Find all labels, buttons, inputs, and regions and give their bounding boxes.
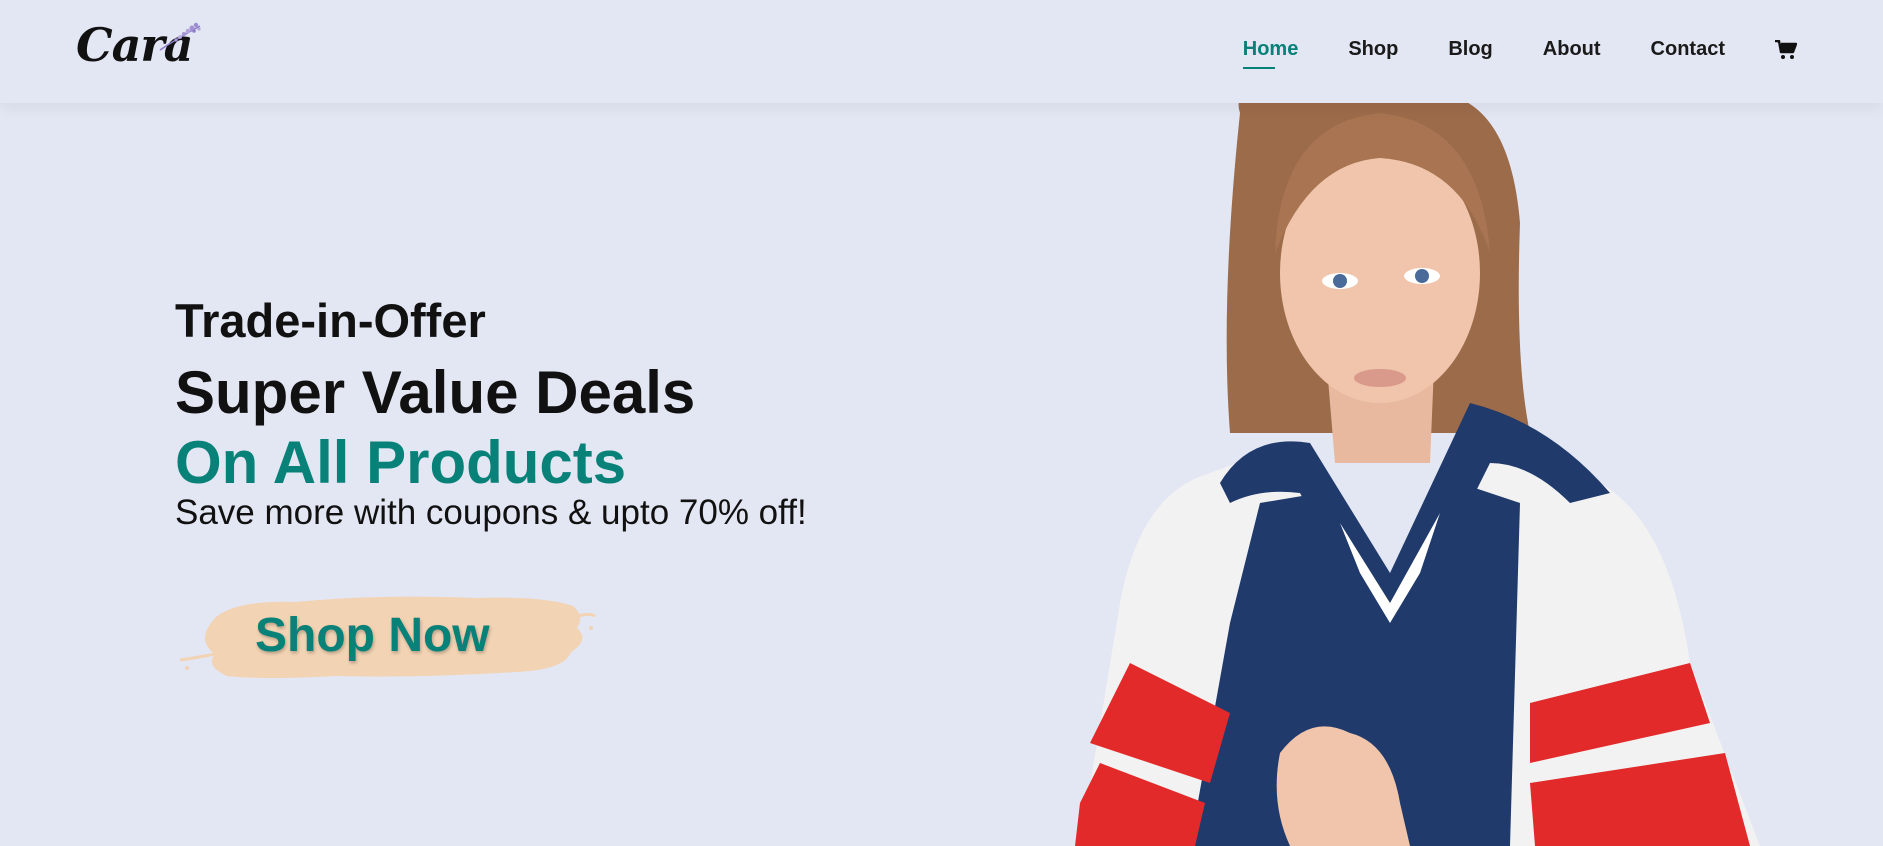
nav-item-about[interactable]: About bbox=[1543, 38, 1601, 61]
shopping-cart-icon[interactable] bbox=[1775, 39, 1797, 60]
hero-subtitle: Save more with coupons & upto 70% off! bbox=[175, 493, 807, 532]
hero-eyebrow: Trade-in-Offer bbox=[175, 294, 486, 347]
hero-headline: Super Value Deals bbox=[175, 359, 696, 426]
shop-now-button[interactable]: Shop Now bbox=[175, 588, 605, 688]
nav-item-contact[interactable]: Contact bbox=[1651, 38, 1725, 61]
shop-now-label: Shop Now bbox=[255, 609, 490, 662]
hero-headline-accent: On All Products bbox=[175, 429, 627, 496]
hero-section: Trade-in-Offer Super Value Deals On All … bbox=[0, 103, 1883, 846]
site-header: Cara Home Shop Blog About Contact bbox=[0, 0, 1883, 103]
nav-item-home[interactable]: Home bbox=[1242, 38, 1298, 69]
lavender-sprig-icon bbox=[159, 22, 201, 51]
nav-item-shop[interactable]: Shop bbox=[1348, 38, 1398, 61]
hero-model-image bbox=[1075, 103, 1760, 846]
nav-item-blog[interactable]: Blog bbox=[1448, 38, 1492, 61]
logo[interactable]: Cara bbox=[76, 18, 206, 78]
main-navigation: Home Shop Blog About Contact bbox=[1193, 38, 1797, 69]
